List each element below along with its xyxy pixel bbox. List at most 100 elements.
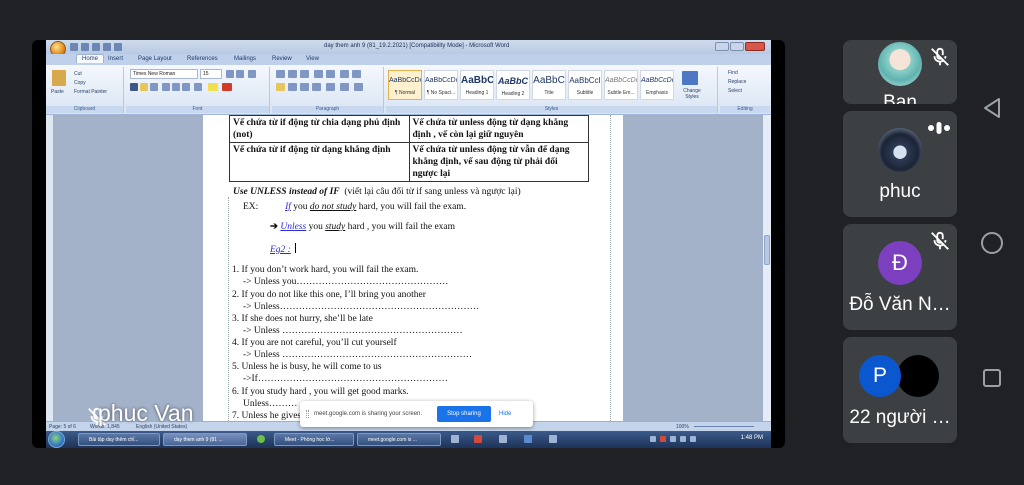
bold-icon[interactable] — [130, 83, 138, 91]
taskbar-app-icon[interactable] — [549, 435, 557, 443]
tab-page-layout[interactable]: Page Layout — [138, 56, 172, 62]
copy-button[interactable]: Copy — [74, 80, 86, 86]
decrease-indent-icon[interactable] — [314, 70, 323, 78]
tab-insert[interactable]: Insert — [108, 56, 123, 62]
participant-tile-do-van[interactable]: Đ Đỗ Văn N… — [843, 224, 957, 330]
taskbar-app-icon[interactable] — [451, 435, 459, 443]
style-normal[interactable]: AaBbCcDc ¶ Normal — [388, 70, 422, 100]
undo-icon[interactable] — [81, 43, 89, 51]
exercise-answer[interactable]: -> Unless …………………………………………………… — [243, 350, 472, 361]
paste-icon[interactable] — [52, 70, 66, 86]
style-title[interactable]: AaBbC Title — [532, 70, 566, 100]
shrink-font-icon[interactable] — [236, 70, 244, 78]
align-center-icon[interactable] — [288, 83, 297, 91]
style-no-spacing[interactable]: AaBbCcDc ¶ No Spaci... — [424, 70, 458, 100]
vertical-scrollbar[interactable] — [762, 115, 771, 421]
back-icon[interactable] — [980, 96, 1004, 120]
font-name-box[interactable]: Times New Roman — [130, 69, 198, 79]
windows-start-icon[interactable] — [48, 431, 65, 448]
change-styles-button[interactable]: Change Styles — [676, 88, 708, 100]
page-count[interactable]: Page: 5 of 6 — [49, 424, 76, 430]
font-color-icon[interactable] — [222, 83, 232, 91]
participant-tile-phuc[interactable]: phuc — [843, 111, 957, 217]
change-styles-icon[interactable] — [682, 71, 698, 85]
chrome-icon[interactable] — [257, 435, 265, 443]
participant-tile-others[interactable]: P 22 người … — [843, 337, 957, 443]
print-icon[interactable] — [103, 43, 111, 51]
justify-icon[interactable] — [312, 83, 321, 91]
style-emphasis[interactable]: AaBbCcDc Emphasis — [640, 70, 674, 100]
zoom-slider[interactable] — [694, 426, 754, 427]
document-page[interactable]: Vế chứa từ if động từ chia dạng phủ định… — [203, 115, 623, 421]
subscript-icon[interactable] — [172, 83, 180, 91]
clear-format-icon[interactable] — [248, 70, 256, 78]
grow-font-icon[interactable] — [226, 70, 234, 78]
show-marks-icon[interactable] — [352, 70, 361, 78]
format-painter-button[interactable]: Format Painter — [74, 89, 107, 95]
style-subtitle[interactable]: AaBbCcI Subtitle — [568, 70, 602, 100]
minimize-button[interactable] — [715, 42, 729, 51]
stop-sharing-button[interactable]: Stop sharing — [437, 406, 491, 422]
scrollbar-thumb[interactable] — [764, 235, 770, 265]
style-heading-1[interactable]: AaBbC Heading 1 — [460, 70, 494, 100]
replace-button[interactable]: Replace — [728, 79, 746, 85]
underline-icon[interactable] — [150, 83, 158, 91]
highlight-icon[interactable] — [208, 83, 218, 91]
numbering-icon[interactable] — [288, 70, 297, 78]
taskbar-item-meet-sharing[interactable]: meet.google.com is ... — [357, 433, 441, 446]
taskbar-item-word-doc-2[interactable]: day them anh 9 (81 ... — [163, 433, 247, 446]
exercise-answer[interactable]: -> Unless……………………………………………………… — [243, 302, 479, 313]
example-2[interactable]: Eg2 : — [270, 243, 297, 256]
align-right-icon[interactable] — [300, 83, 309, 91]
exercise-answer[interactable]: Unless……… — [243, 399, 297, 410]
line-spacing-icon[interactable] — [326, 83, 335, 91]
redo-icon[interactable] — [92, 43, 100, 51]
cut-button[interactable]: Cut — [74, 71, 82, 77]
close-button[interactable] — [745, 42, 765, 51]
tray-icon[interactable] — [660, 436, 666, 442]
volume-icon[interactable] — [690, 436, 696, 442]
sort-icon[interactable] — [340, 70, 349, 78]
hide-button[interactable]: Hide — [499, 411, 511, 417]
zoom-level[interactable]: 100% — [676, 424, 689, 430]
tray-icon[interactable] — [670, 436, 676, 442]
style-heading-2[interactable]: AaBbC Heading 2 — [496, 70, 530, 100]
change-case-icon[interactable] — [194, 83, 202, 91]
taskbar-item-word-doc-1[interactable]: Bài tập day thêm chỉ... — [78, 433, 160, 446]
tab-view[interactable]: View — [306, 56, 319, 62]
tab-review[interactable]: Review — [272, 56, 292, 62]
open-icon[interactable] — [114, 43, 122, 51]
save-icon[interactable] — [70, 43, 78, 51]
tray-icon[interactable] — [680, 436, 686, 442]
find-button[interactable]: Find — [728, 70, 738, 76]
tab-references[interactable]: References — [187, 56, 218, 62]
italic-icon[interactable] — [140, 83, 148, 91]
tray-icon[interactable] — [650, 436, 656, 442]
superscript-icon[interactable] — [182, 83, 190, 91]
home-icon[interactable] — [980, 231, 1004, 255]
bullets-icon[interactable] — [276, 70, 285, 78]
increase-indent-icon[interactable] — [326, 70, 335, 78]
maximize-button[interactable] — [730, 42, 744, 51]
paste-button[interactable]: Paste — [51, 89, 64, 95]
recents-icon[interactable] — [980, 366, 1004, 390]
tab-mailings[interactable]: Mailings — [234, 56, 256, 62]
tab-home[interactable]: Home — [76, 54, 105, 63]
borders-icon[interactable] — [354, 83, 363, 91]
taskbar-item-meet[interactable]: Meet - Phòng học lớ... — [274, 433, 354, 446]
taskbar-app-icon[interactable] — [499, 435, 507, 443]
font-size-box[interactable]: 15 — [200, 69, 222, 79]
strikethrough-icon[interactable] — [162, 83, 170, 91]
align-left-icon[interactable] — [276, 83, 285, 91]
select-button[interactable]: Select — [728, 88, 742, 94]
drag-handle-icon[interactable] — [306, 410, 309, 418]
style-subtle-emphasis[interactable]: AaBbCcDc Subtle Em... — [604, 70, 638, 100]
taskbar-app-icon[interactable] — [474, 435, 482, 443]
multilevel-list-icon[interactable] — [300, 70, 309, 78]
exercise-answer[interactable]: -> Unless ………………………………………………… — [243, 326, 463, 337]
shared-screen-tile[interactable]: day them anh 9 (81_19.2.2021) [Compatibi… — [32, 40, 785, 448]
exercise-answer[interactable]: ->If…………………………………………………… — [243, 374, 448, 385]
shading-icon[interactable] — [340, 83, 349, 91]
exercise-answer[interactable]: -> Unless you………………………………………… — [243, 277, 448, 288]
taskbar-app-icon[interactable] — [524, 435, 532, 443]
